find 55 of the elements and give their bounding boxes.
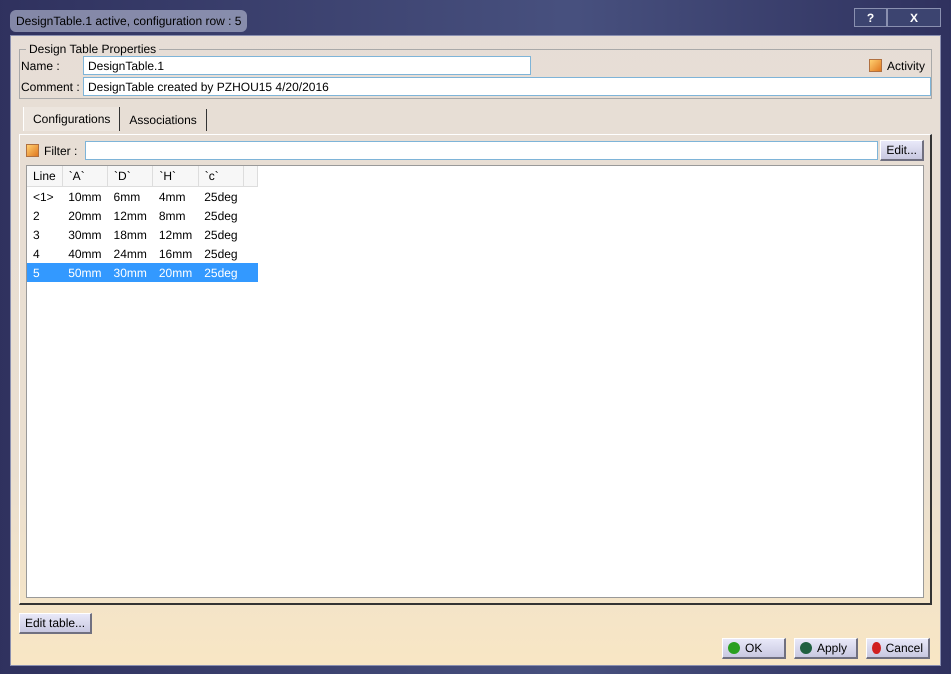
apply-button[interactable]: Apply [794,638,858,659]
table-cell: 6mm [108,186,153,206]
filter-field[interactable] [85,141,878,160]
close-button[interactable]: X [887,8,941,27]
table-cell: 4mm [152,186,198,206]
ball-icon [872,642,881,654]
table-cell-text: 25deg [203,226,239,244]
group-legend: Design Table Properties [26,42,160,56]
table-cell: 25deg [198,263,244,282]
table-cell-text: 30mm [67,226,103,244]
table-row[interactable]: 4 40mm 24mm 16mm 25deg [27,244,258,263]
window-title: DesignTable.1 active, configuration row : 5 [10,10,248,32]
table-cell-text: 25deg [203,208,239,224]
table-cell: 40mm [62,244,108,263]
table-cell: 4 [27,244,62,263]
table-row[interactable]: 2 20mm 12mm 8mm 25deg [27,206,258,225]
activity-checkbox[interactable]: Activity [868,58,925,72]
cancel-button[interactable]: Cancel [866,638,930,659]
table-row[interactable]: <1> 10mm 6mm 4mm 25deg [27,186,258,206]
table-cell-text: 20mm [67,208,103,224]
edit-button[interactable]: Edit... [880,140,924,161]
table-row[interactable]: 3 30mm 18mm 12mm 25deg [27,225,258,244]
edit-table-button[interactable]: Edit table... [19,613,92,634]
name-field[interactable]: DesignTable.1 [83,56,531,75]
table-cell-text: 12mm [158,226,194,244]
table-cell-text: 8mm [158,208,187,224]
table-cell: 24mm [108,244,153,263]
table-cell: 25deg [198,244,244,263]
ball-icon [728,642,740,654]
table-cell-text: 3 [32,226,41,244]
tab[interactable]: Configurations [23,107,120,131]
table-cell: <1> [27,186,62,206]
column-header[interactable]: `A` [62,166,108,186]
table-cell-text: 2 [32,208,41,224]
tab[interactable]: Associations [120,109,207,131]
table-cell-text: 12mm [112,208,148,224]
table-cell: 30mm [108,263,153,282]
table-cell: 10mm [62,186,108,206]
column-header[interactable]: Line [27,166,62,186]
table-cell: 20mm [152,263,198,282]
table-cell: 16mm [152,244,198,263]
ball-icon [800,642,812,654]
filter-checkbox[interactable]: Filter : [26,144,78,158]
name-label: Name : [20,58,61,72]
table-cell: 50mm [62,263,108,282]
comment-label: Comment : [20,80,81,94]
help-button[interactable]: ? [854,8,887,27]
column-header[interactable]: `D` [108,166,153,186]
ok-button[interactable]: OK [722,638,786,659]
table-cell-text: 18mm [112,226,148,244]
column-header[interactable]: `c` [198,166,244,186]
comment-field[interactable]: DesignTable created by PZHOU15 4/20/2016 [83,77,931,96]
table-cell: 25deg [198,186,244,206]
column-header[interactable]: `H` [152,166,198,186]
table-cell: 5 [27,263,62,282]
